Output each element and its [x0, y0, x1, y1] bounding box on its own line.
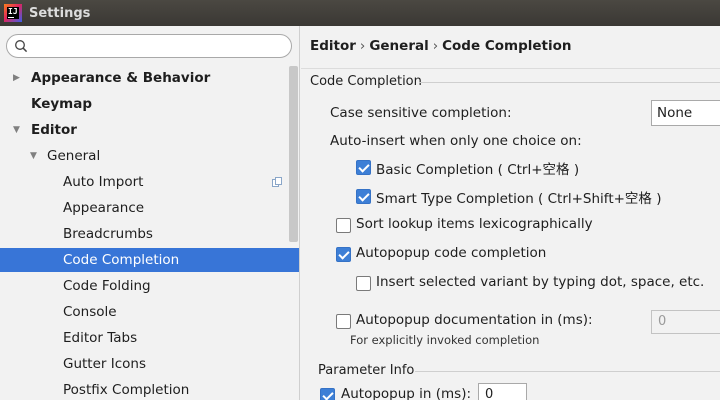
sidebar-item-keymap[interactable]: Keymap [0, 92, 299, 116]
sidebar-item-editor-tabs[interactable]: Editor Tabs [0, 326, 299, 350]
sidebar-item-auto-import[interactable]: Auto Import [0, 170, 299, 194]
smart-type-completion-checkbox[interactable] [356, 189, 371, 204]
chevron-down-icon[interactable]: ▼ [30, 144, 37, 168]
breadcrumb: Editor › General › Code Completion [310, 38, 572, 54]
sidebar-item-appearance-behavior[interactable]: ▶ Appearance & Behavior [0, 66, 299, 90]
sidebar-item-code-completion[interactable]: Code Completion [0, 248, 299, 272]
sidebar-item-breadcrumbs[interactable]: Breadcrumbs [0, 222, 299, 246]
sidebar-item-gutter-icons[interactable]: Gutter Icons [0, 352, 299, 376]
autopopup-documentation-checkbox[interactable] [336, 314, 351, 329]
case-sensitive-value: None [657, 105, 693, 121]
sidebar-item-label: Appearance [63, 200, 145, 216]
parameter-info-autopopup-label[interactable]: Autopopup in (ms): [341, 386, 471, 400]
autopopup-completion-checkbox[interactable] [336, 247, 351, 262]
parameter-info-delay-field[interactable]: 0 [478, 383, 527, 400]
sidebar-item-label: Keymap [31, 96, 93, 112]
chevron-down-icon[interactable]: ▼ [13, 118, 20, 142]
sidebar-item-label: Code Folding [63, 278, 151, 294]
window-title: Settings [29, 5, 91, 21]
insert-selected-variant-label[interactable]: Insert selected variant by typing dot, s… [376, 274, 704, 290]
sidebar-item-label: Postfix Completion [63, 382, 190, 398]
sidebar-item-label: General [47, 148, 101, 164]
sidebar-item-label: Console [63, 304, 117, 320]
autopopup-documentation-label[interactable]: Autopopup documentation in (ms): [356, 312, 593, 328]
sidebar-item-code-folding[interactable]: Code Folding [0, 274, 299, 298]
sort-lexicographically-checkbox[interactable] [336, 218, 351, 233]
case-sensitive-select[interactable]: None [651, 100, 720, 126]
basic-completion-checkbox[interactable] [356, 160, 371, 175]
search-input[interactable] [31, 37, 281, 55]
section-title-parameter-info: Parameter Info [318, 363, 415, 378]
auto-insert-label: Auto-insert when only one choice on: [330, 133, 582, 149]
sidebar-item-label: Appearance & Behavior [31, 70, 211, 86]
sidebar-item-label: Editor [31, 122, 77, 138]
breadcrumb-code-completion: Code Completion [442, 38, 572, 54]
breadcrumb-general[interactable]: General [369, 38, 428, 54]
parameter-info-autopopup-checkbox[interactable] [320, 388, 335, 400]
section-title-code-completion: Code Completion [310, 74, 422, 89]
search-icon [15, 40, 28, 53]
section-divider [419, 82, 720, 83]
sidebar-item-editor[interactable]: ▼ Editor [0, 118, 299, 142]
breadcrumb-separator: › [432, 38, 439, 54]
parameter-info-delay-value: 0 [485, 387, 494, 400]
smart-type-completion-label[interactable]: Smart Type Completion ( Ctrl+Shift+空格 ) [376, 187, 661, 207]
sidebar-scrollbar[interactable] [289, 66, 298, 242]
basic-completion-label[interactable]: Basic Completion ( Ctrl+空格 ) [376, 158, 579, 178]
sidebar-item-label: Gutter Icons [63, 356, 147, 372]
sidebar-item-label: Auto Import [63, 174, 144, 190]
sort-lexicographically-label[interactable]: Sort lookup items lexicographically [356, 216, 593, 232]
breadcrumb-editor[interactable]: Editor [310, 38, 356, 54]
copy-settings-icon [272, 177, 282, 187]
sidebar-item-label: Breadcrumbs [63, 226, 153, 242]
sidebar-item-general[interactable]: ▼ General [0, 144, 299, 168]
search-box[interactable] [6, 34, 292, 58]
intellij-logo-icon: IJ [4, 4, 22, 22]
autopopup-documentation-delay-field[interactable]: 0 [651, 310, 720, 334]
sidebar-item-label: Code Completion [63, 252, 180, 268]
breadcrumb-separator: › [359, 38, 366, 54]
sidebar-item-postfix-completion[interactable]: Postfix Completion [0, 378, 299, 400]
settings-main-panel: Editor › General › Code Completion Code Comp… [301, 26, 720, 400]
window-titlebar: IJ Settings [0, 0, 720, 26]
insert-selected-variant-checkbox[interactable] [356, 276, 371, 291]
sidebar-item-label: Editor Tabs [63, 330, 138, 346]
chevron-right-icon[interactable]: ▶ [13, 66, 20, 90]
autopopup-completion-label[interactable]: Autopopup code completion [356, 245, 546, 261]
autopopup-documentation-hint: For explicitly invoked completion [350, 333, 540, 347]
section-divider [415, 371, 720, 372]
sidebar-item-appearance[interactable]: Appearance [0, 196, 299, 220]
case-sensitive-label: Case sensitive completion: [330, 105, 512, 121]
settings-sidebar: ▶ Appearance & Behavior Keymap ▼ Editor … [0, 26, 300, 400]
autopopup-documentation-delay-value: 0 [658, 314, 667, 329]
header-divider [301, 68, 720, 69]
sidebar-item-console[interactable]: Console [0, 300, 299, 324]
